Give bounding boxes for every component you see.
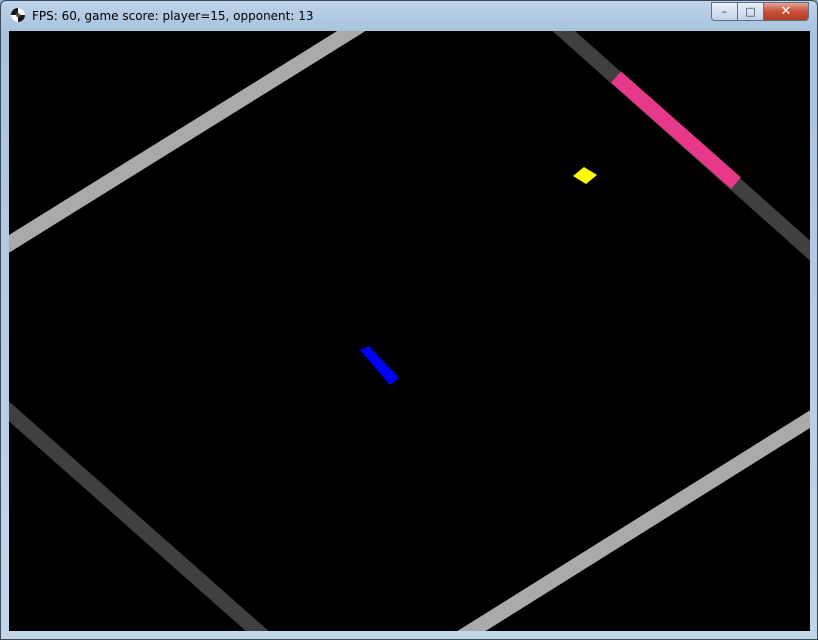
maximize-icon: □ [745, 5, 756, 18]
close-button[interactable]: ✕ [763, 2, 809, 21]
minimize-button[interactable]: – [711, 2, 737, 21]
window-title: FPS: 60, game score: player=15, opponent… [32, 9, 314, 23]
close-icon: ✕ [780, 4, 792, 19]
game-scene [9, 31, 810, 631]
title-bar[interactable]: FPS: 60, game score: player=15, opponent… [1, 1, 817, 31]
arena-background [9, 31, 810, 631]
minimize-icon: – [721, 5, 728, 18]
caption-buttons: – □ ✕ [711, 2, 809, 22]
game-app-icon [10, 7, 26, 23]
game-canvas[interactable] [9, 31, 810, 631]
maximize-button[interactable]: □ [737, 2, 763, 21]
game-window: FPS: 60, game score: player=15, opponent… [0, 0, 818, 640]
